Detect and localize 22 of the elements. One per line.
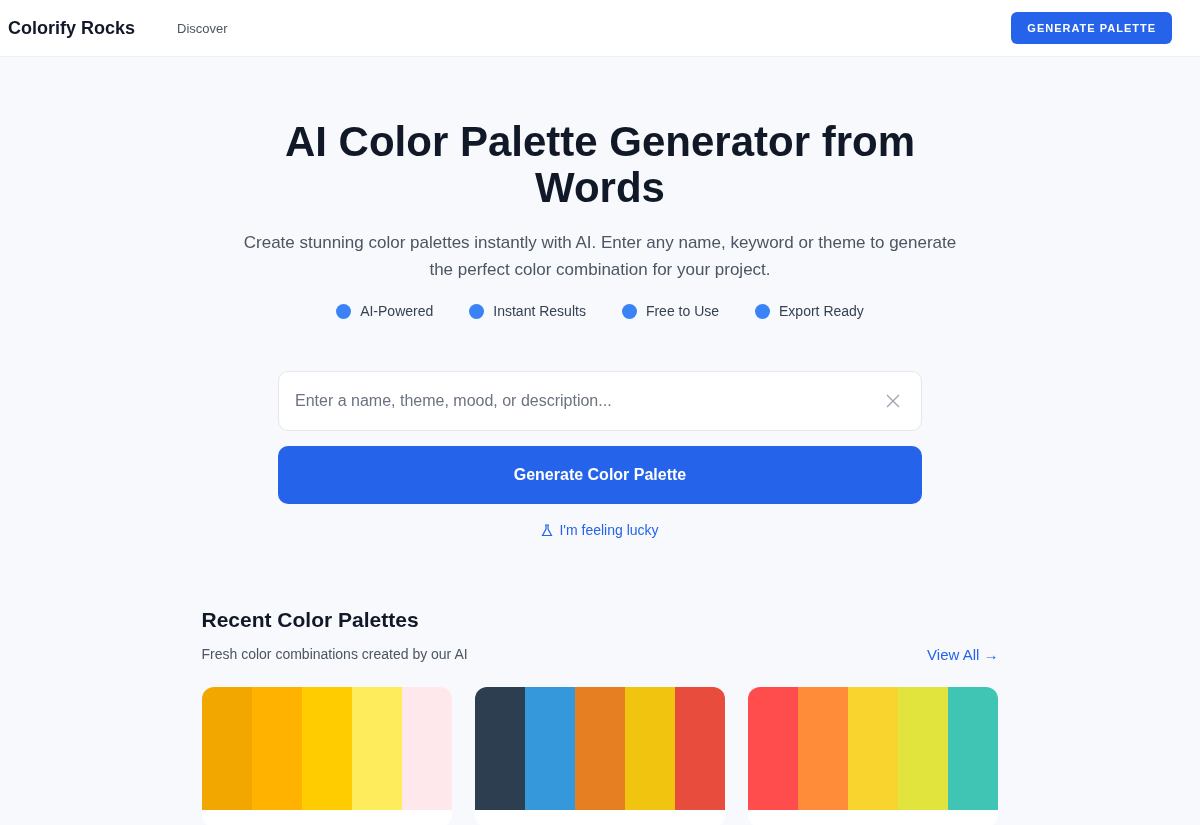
logo[interactable]: Colorify Rocks (8, 17, 136, 39)
section-title: Recent Color Palettes (201, 608, 420, 632)
generate-color-palette-button[interactable]: Generate Color Palette (278, 446, 922, 504)
bullet-icon (621, 303, 637, 319)
palette-card[interactable] (474, 687, 725, 825)
flask-icon (541, 523, 554, 537)
feature-label: AI-Powered (360, 303, 434, 319)
bullet-icon (469, 303, 485, 319)
view-all-link[interactable]: View All → (927, 646, 999, 663)
hero-subtitle: Create stunning color palettes instantly with AI. Enter any name, keyword or theme to generate the perfect color combination for your project. (242, 232, 958, 281)
hero-title: AI Color Palette Generator from Words (283, 119, 917, 211)
feeling-lucky-link[interactable]: I'm feeling lucky (541, 522, 659, 538)
section-subtitle: Fresh color combinations created by our AI (201, 646, 468, 663)
feature-label: Instant Results (493, 303, 586, 319)
feature-label: Export Ready (779, 303, 864, 319)
search-field[interactable]: Enter a name, theme, mood, or description... (278, 371, 922, 431)
clear-icon[interactable] (886, 394, 900, 408)
feature-label: Free to Use (645, 303, 720, 319)
nav-link[interactable]: Discover (177, 20, 228, 36)
bullet-icon (755, 303, 771, 319)
bullet-icon (336, 303, 352, 319)
generate-palette-button[interactable]: GENERATE PALETTE (1011, 12, 1172, 44)
